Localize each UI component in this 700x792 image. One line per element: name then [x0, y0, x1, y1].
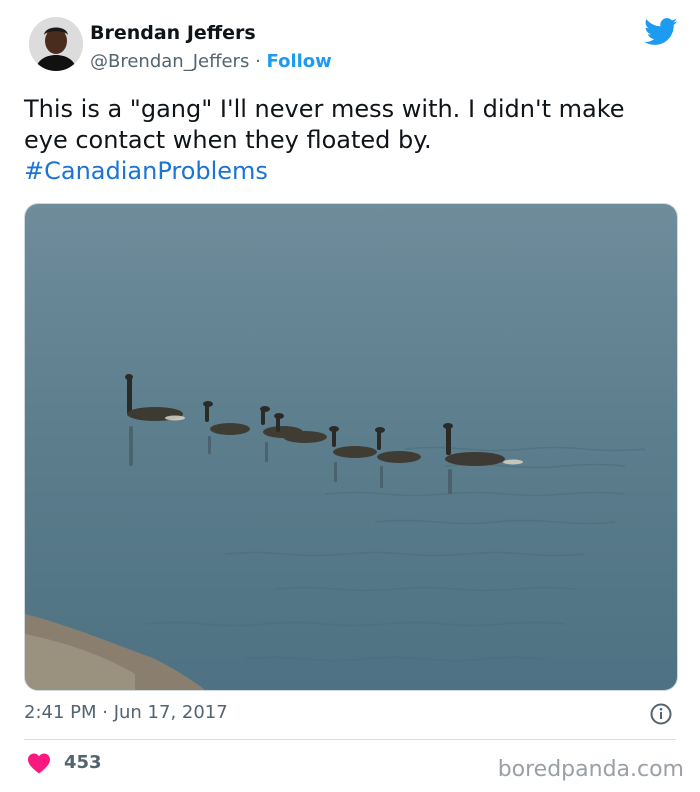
watermark: boredpanda.com	[497, 757, 684, 782]
tweet-photo[interactable]	[24, 203, 678, 691]
follow-button[interactable]: Follow	[267, 51, 332, 72]
tweet-timestamp[interactable]: 2:41 PM · Jun 17, 2017	[24, 702, 228, 723]
handle-line: @Brendan_Jeffers · Follow	[90, 51, 332, 72]
tweet-text-line: eye contact when they floated by.	[24, 126, 432, 154]
tweet-header: Brendan Jeffers @Brendan_Jeffers · Follo…	[0, 0, 700, 90]
geese-photo	[25, 204, 677, 690]
twitter-bird-icon[interactable]	[644, 18, 678, 46]
divider	[24, 739, 676, 740]
info-icon[interactable]	[650, 703, 672, 725]
avatar-image	[29, 17, 83, 71]
display-name[interactable]: Brendan Jeffers	[90, 22, 256, 44]
tweet-text-line: This is a "gang" I'll never mess with. I…	[24, 95, 625, 123]
avatar[interactable]	[29, 17, 83, 71]
heart-icon[interactable]	[27, 752, 51, 774]
hashtag-link[interactable]: #CanadianProblems	[24, 157, 268, 185]
tweet-text: This is a "gang" I'll never mess with. I…	[24, 94, 674, 187]
separator: ·	[249, 51, 267, 72]
like-count: 453	[64, 752, 102, 773]
user-handle[interactable]: @Brendan_Jeffers	[90, 51, 249, 72]
